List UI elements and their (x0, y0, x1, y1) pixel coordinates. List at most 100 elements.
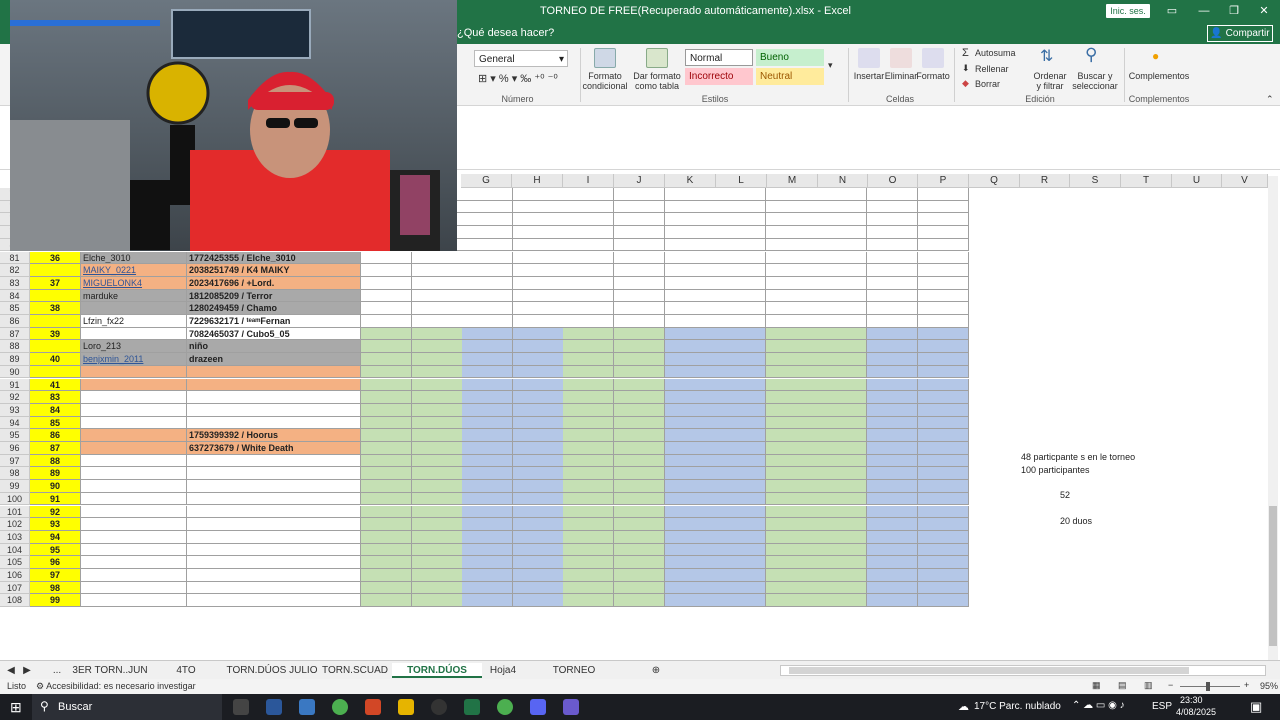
grid-cell[interactable] (765, 327, 817, 341)
grid-cell[interactable] (867, 327, 918, 341)
grid-cell[interactable] (917, 416, 969, 430)
format-button[interactable]: Formato (916, 71, 950, 81)
player-id-cell[interactable] (187, 569, 361, 582)
row-header[interactable]: 108 (0, 594, 30, 608)
column-header-R[interactable]: R (1020, 174, 1070, 188)
grid-cell[interactable] (512, 289, 564, 303)
row-header[interactable]: 82 (0, 264, 30, 277)
grid-cell[interactable] (512, 302, 564, 315)
grid-cell[interactable] (816, 365, 868, 379)
grid-cell[interactable] (512, 505, 564, 519)
grid-cell[interactable] (816, 429, 868, 442)
grid-cell[interactable] (614, 480, 665, 493)
column-header-N[interactable]: N (818, 174, 868, 188)
close-icon[interactable]: ✕ (1250, 2, 1278, 20)
grid-cell[interactable] (462, 289, 514, 303)
player-id-cell[interactable]: 2038251749 / K4 MAIKY (187, 264, 361, 277)
grid-cell[interactable] (917, 238, 969, 252)
grid-cell[interactable] (715, 594, 767, 608)
row-header[interactable]: 95 (0, 429, 30, 442)
grid-cell[interactable] (614, 353, 665, 366)
row-header[interactable]: 83 (0, 276, 30, 290)
grid-cell[interactable] (715, 213, 767, 227)
conditional-format-button[interactable]: Formato condicional (580, 71, 630, 91)
grid-cell[interactable] (715, 403, 767, 417)
grid-cell[interactable] (563, 429, 615, 442)
grid-cell[interactable] (765, 556, 817, 569)
grid-cell[interactable] (512, 226, 564, 239)
grid-cell[interactable] (614, 200, 665, 214)
player-name-cell[interactable]: MAIKY_0221 (81, 264, 187, 277)
team-number-cell[interactable] (30, 365, 81, 379)
grid-cell[interactable] (664, 530, 716, 544)
grid-cell[interactable] (765, 200, 817, 214)
grid-cell[interactable] (614, 543, 665, 557)
grid-cell[interactable] (563, 391, 615, 404)
grid-cell[interactable] (816, 492, 868, 506)
team-number-cell[interactable]: 91 (30, 492, 81, 506)
grid-cell[interactable] (512, 200, 564, 214)
grid-cell[interactable] (917, 543, 969, 557)
grid-cell[interactable] (361, 594, 412, 608)
grid-cell[interactable] (867, 188, 918, 201)
player-id-cell[interactable] (187, 403, 361, 417)
player-id-cell[interactable] (187, 391, 361, 404)
grid-cell[interactable] (411, 505, 463, 519)
grid-cell[interactable] (715, 518, 767, 531)
grid-cell[interactable] (765, 505, 817, 519)
player-id-cell[interactable]: niño (187, 340, 361, 354)
grid-cell[interactable] (664, 391, 716, 404)
word-icon[interactable] (266, 699, 282, 715)
grid-cell[interactable] (715, 391, 767, 404)
team-number-cell[interactable] (30, 264, 81, 277)
add-sheet-icon[interactable]: ⊕ (648, 663, 664, 678)
grid-cell[interactable] (867, 365, 918, 379)
grid-cell[interactable] (512, 454, 564, 468)
grid-cell[interactable] (614, 188, 665, 201)
grid-cell[interactable] (411, 543, 463, 557)
grid-cell[interactable] (462, 581, 514, 595)
player-name-cell[interactable] (81, 302, 187, 315)
grid-cell[interactable] (512, 315, 564, 328)
grid-cell[interactable] (563, 530, 615, 544)
team-number-cell[interactable]: 97 (30, 569, 81, 582)
grid-cell[interactable] (614, 365, 665, 379)
grid-cell[interactable] (512, 467, 564, 481)
team-number-cell[interactable]: 36 (30, 251, 81, 265)
row-header[interactable]: 98 (0, 467, 30, 481)
sheet-tab[interactable]: ... (48, 663, 66, 678)
sheet-tab[interactable]: TORN.DÚOS JULIO (226, 663, 318, 678)
grid-cell[interactable] (765, 365, 817, 379)
grid-cell[interactable] (361, 365, 412, 379)
grid-cell[interactable] (411, 480, 463, 493)
team-number-cell[interactable]: 94 (30, 530, 81, 544)
player-name-cell[interactable]: benjxmin_2011 (81, 353, 187, 366)
grid-cell[interactable] (765, 188, 817, 201)
grid-cell[interactable] (563, 467, 615, 481)
grid-cell[interactable] (614, 429, 665, 442)
grid-cell[interactable] (715, 429, 767, 442)
grid-cell[interactable] (816, 213, 868, 227)
column-header-G[interactable]: G (461, 174, 512, 188)
grid-cell[interactable] (411, 594, 463, 608)
grid-cell[interactable] (816, 505, 868, 519)
grid-cell[interactable] (816, 378, 868, 392)
tell-me-input[interactable]: ¿Qué desea hacer? (457, 27, 554, 39)
signin-button[interactable]: Inic. ses. (1106, 4, 1150, 18)
prev-sheet-icon[interactable]: ◀ (4, 663, 18, 678)
app-icon[interactable] (563, 699, 579, 715)
player-id-cell[interactable] (187, 581, 361, 595)
grid-cell[interactable] (614, 454, 665, 468)
grid-cell[interactable] (664, 594, 716, 608)
grid-cell[interactable] (867, 200, 918, 214)
grid-cell[interactable] (664, 365, 716, 379)
grid-cell[interactable] (512, 442, 564, 455)
grid-cell[interactable] (614, 315, 665, 328)
accessibility-status[interactable]: ⚙ Accesibilidad: es necesario investigar (36, 681, 196, 692)
row-header[interactable]: 85 (0, 302, 30, 315)
grid-cell[interactable] (867, 594, 918, 608)
grid-cell[interactable] (563, 302, 615, 315)
grid-cell[interactable] (816, 543, 868, 557)
tray-up-icon[interactable]: ⌃ ☁ ▭ ◉ ♪ (1072, 700, 1125, 711)
grid-cell[interactable] (816, 530, 868, 544)
